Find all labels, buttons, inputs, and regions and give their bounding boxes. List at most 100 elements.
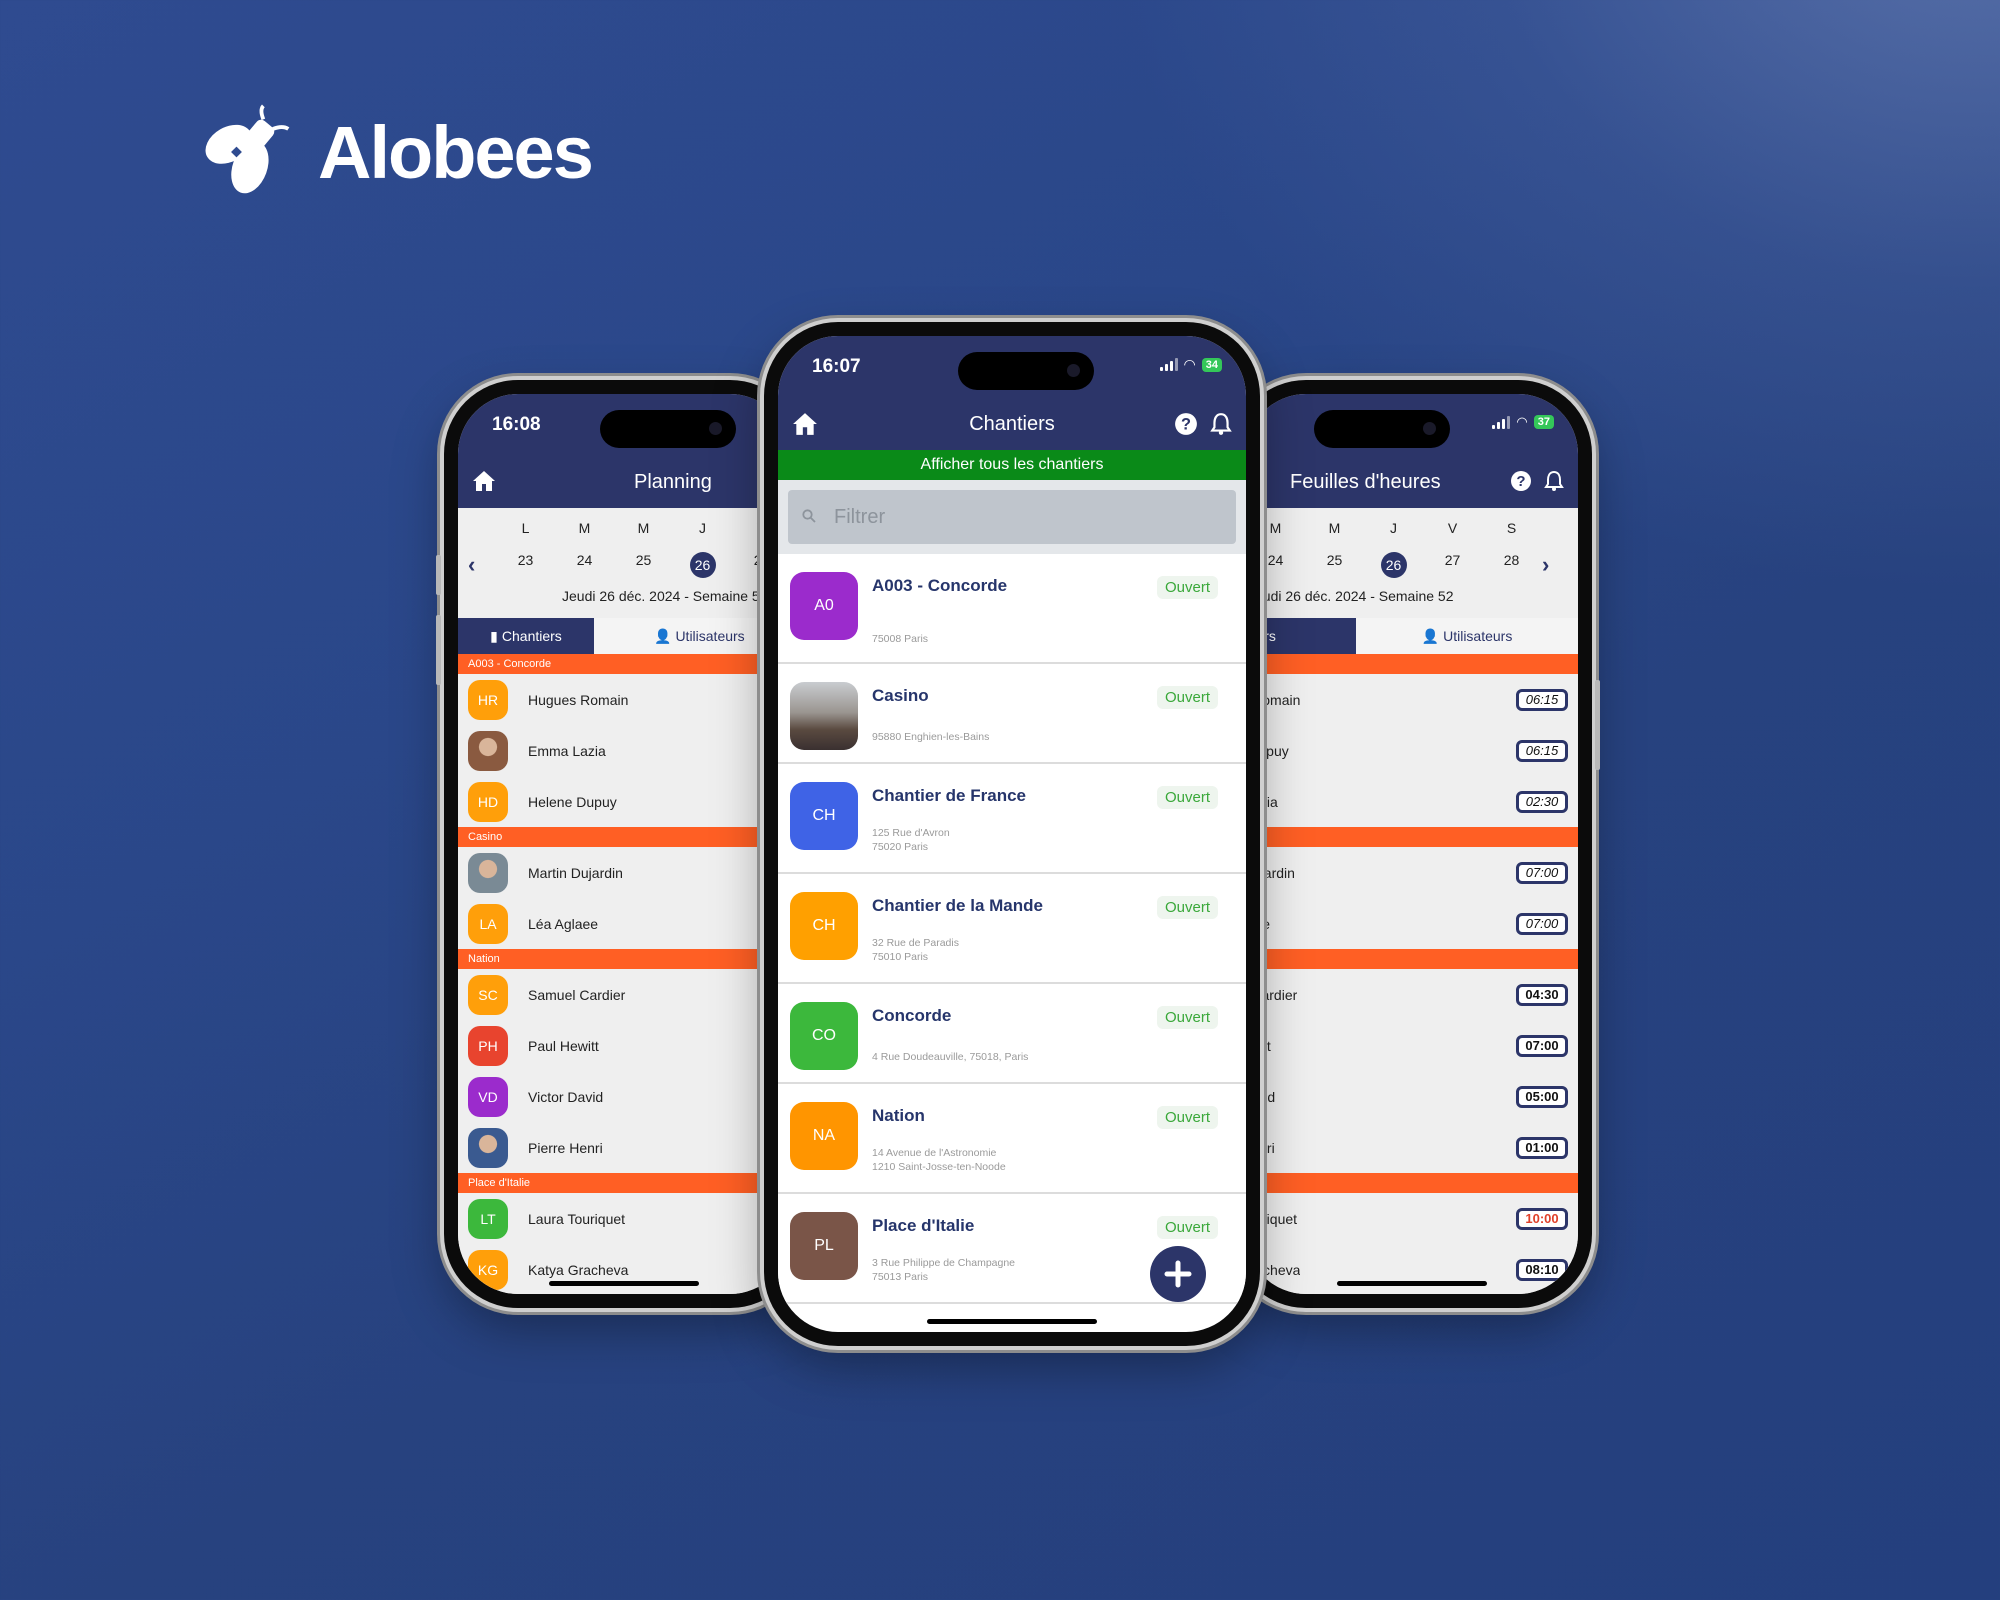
filter-placeholder: Filtrer (834, 505, 886, 528)
hours-input[interactable]: 05:00 (1516, 1085, 1568, 1108)
hours-input[interactable]: 07:00 (1516, 1034, 1568, 1057)
bell-icon[interactable] (1210, 412, 1232, 442)
planning-screen: 16:08 Planning LMMJV 23 24 25 26 27 ‹ Jeudi … (458, 394, 790, 1294)
person-row[interactable]: HD Helene Dupuy (458, 776, 790, 827)
person-row[interactable]: Emma Lazia (458, 725, 790, 776)
weekday-label: J (1390, 520, 1397, 536)
wifi-icon: ◠ (1516, 414, 1528, 429)
date-cell[interactable]: 23 (496, 552, 555, 578)
hours-input[interactable]: 07:00 (1516, 912, 1568, 935)
timesheet-row[interactable]: Samuel Cardier04:30 (1246, 969, 1578, 1020)
site-avatar: CH (790, 782, 858, 850)
site-group-header (1246, 827, 1578, 847)
hours-input[interactable]: 04:30 (1516, 983, 1568, 1006)
status-badge: Ouvert (1156, 896, 1218, 919)
date-number: 25 (1326, 552, 1343, 568)
site-address: 125 Rue d'Avron 75020 Paris (872, 826, 1232, 854)
hours-input[interactable]: 08:10 (1516, 1258, 1568, 1281)
date-cell[interactable]: 28 (1482, 552, 1541, 578)
site-list: A0 A003 - Concorde 75008 Paris Ouvert Casino… (778, 554, 1246, 1304)
search-icon (802, 506, 816, 529)
brand-name: Alobees (318, 110, 594, 194)
timesheet-row[interactable]: Katya Gracheva08:10 (1246, 1244, 1578, 1294)
address-line: 95880 Enghien-les-Bains (872, 731, 990, 743)
person-row[interactable]: LALéa Aglaee09 (458, 898, 790, 949)
site-address: 4 Rue Doudeauville, 75018, Paris (872, 1050, 1232, 1064)
timesheet-row[interactable]: Victor David05:00 (1246, 1071, 1578, 1122)
person-row[interactable]: Pierre Henri (458, 1122, 790, 1173)
site-row[interactable]: CH Chantier de la Mande 32 Rue de Paradis 7… (778, 874, 1246, 984)
site-avatar: PL (790, 1212, 858, 1280)
help-icon[interactable]: ? (1174, 412, 1198, 442)
bell-icon[interactable] (1544, 470, 1564, 498)
hours-input[interactable]: 06:15 (1516, 739, 1568, 762)
status-badge: Ouvert (1156, 686, 1218, 709)
person-row[interactable]: KG Katya Gracheva (458, 1244, 790, 1294)
timesheet-row[interactable]: Paul Hewitt07:00 (1246, 1020, 1578, 1071)
person-row[interactable]: LT Laura Touriquet (458, 1193, 790, 1244)
site-group-header: Place d'Italie (458, 1173, 790, 1193)
home-icon[interactable] (472, 470, 496, 498)
person-row[interactable]: VD Victor David (458, 1071, 790, 1122)
tab-chantiers[interactable]: ▮ Chantiers (458, 618, 594, 654)
person-row[interactable]: Martin Dujardin09 (458, 847, 790, 898)
person-avatar: SC (468, 974, 508, 1015)
phone-planning: 16:08 Planning LMMJV 23 24 25 26 27 ‹ Jeudi … (436, 380, 804, 1308)
svg-text:?: ? (1516, 473, 1525, 490)
site-row[interactable]: A0 A003 - Concorde 75008 Paris Ouvert (778, 554, 1246, 664)
hours-input[interactable]: 10:00 (1516, 1207, 1568, 1230)
date-cell[interactable]: 27 (1423, 552, 1482, 578)
date-cell[interactable]: 26 (673, 552, 732, 578)
date-number: 28 (1503, 552, 1520, 568)
date-cell[interactable]: 25 (1305, 552, 1364, 578)
phone-timesheets: ◠ 37 Feuilles d'heures ? MMJVS 24 25 26 27 2… (1232, 380, 1600, 1308)
filter-input[interactable]: Filtrer (788, 490, 1236, 544)
bee-icon (205, 104, 290, 194)
person-row[interactable]: HR Hugues Romain (458, 674, 790, 725)
person-name: Martin Dujardin (528, 864, 623, 881)
timesheet-row[interactable]: Léa Aglaee07:00 (1246, 898, 1578, 949)
person-name: Helene Dupuy (528, 793, 617, 810)
hours-input[interactable]: 06:15 (1516, 688, 1568, 711)
building-icon: ▮ (490, 627, 498, 644)
tab-utilisateurs[interactable]: 👤 Utilisateurs (594, 618, 790, 654)
site-address: 95880 Enghien-les-Bains (872, 730, 1232, 744)
timesheet-row[interactable]: Pierre Henri01:00 (1246, 1122, 1578, 1173)
address-line: 1210 Saint-Josse-ten-Noode (872, 1161, 1006, 1173)
person-row[interactable]: PH Paul Hewitt (458, 1020, 790, 1071)
tab-chantiers[interactable]: Chantiers (1246, 618, 1356, 654)
person-row[interactable]: SC Samuel Cardier (458, 969, 790, 1020)
hours-input[interactable]: 01:00 (1516, 1136, 1568, 1159)
date-cell[interactable]: 24 (555, 552, 614, 578)
tab-utilisateurs[interactable]: 👤 Utilisateurs (1356, 618, 1578, 654)
add-site-button[interactable] (1150, 1246, 1206, 1302)
date-caption: Jeudi 26 déc. 2024 - Semaine 52 (562, 588, 768, 604)
site-row[interactable]: NA Nation 14 Avenue de l'Astronomie 1210 Sa… (778, 1084, 1246, 1194)
site-row[interactable]: CO Concorde 4 Rue Doudeauville, 75018, Par… (778, 984, 1246, 1084)
date-cell[interactable]: 26 (1364, 552, 1423, 578)
address-line: 125 Rue d'Avron (872, 827, 950, 839)
site-row[interactable]: Casino 95880 Enghien-les-Bains Ouvert (778, 664, 1246, 764)
timesheet-row[interactable]: Laura Touriquet10:00 (1246, 1193, 1578, 1244)
hours-input[interactable]: 02:30 (1516, 790, 1568, 813)
timesheet-row[interactable]: Emma Lazia02:30 (1246, 776, 1578, 827)
timesheet-row[interactable]: Hugues Romain06:15 (1246, 674, 1578, 725)
date-cell[interactable]: 25 (614, 552, 673, 578)
hours-input[interactable]: 07:00 (1516, 861, 1568, 884)
person-avatar: LA (468, 903, 508, 944)
prev-week-icon[interactable]: ‹ (468, 552, 475, 578)
status-badge: Ouvert (1156, 786, 1218, 809)
show-all-sites-button[interactable]: Afficher tous les chantiers (778, 450, 1246, 480)
person-name: Léa Aglaee (528, 915, 599, 932)
site-row[interactable]: CH Chantier de France 125 Rue d'Avron 75020… (778, 764, 1246, 874)
page-title: Feuilles d'heures (1290, 470, 1441, 493)
timesheet-row[interactable]: Helene Dupuy06:15 (1246, 725, 1578, 776)
date-caption: Jeudi 26 déc. 2024 - Semaine 52 (1248, 588, 1454, 604)
person-name: Laura Touriquet (528, 1210, 626, 1227)
address-line: 32 Rue de Paradis (872, 937, 959, 949)
home-icon[interactable] (792, 412, 818, 442)
next-week-icon[interactable]: › (1542, 552, 1549, 578)
timesheet-row[interactable]: Martin Dujardin07:00 (1246, 847, 1578, 898)
help-icon[interactable]: ? (1510, 470, 1532, 498)
site-address: 14 Avenue de l'Astronomie 1210 Saint-Joss… (872, 1146, 1232, 1174)
